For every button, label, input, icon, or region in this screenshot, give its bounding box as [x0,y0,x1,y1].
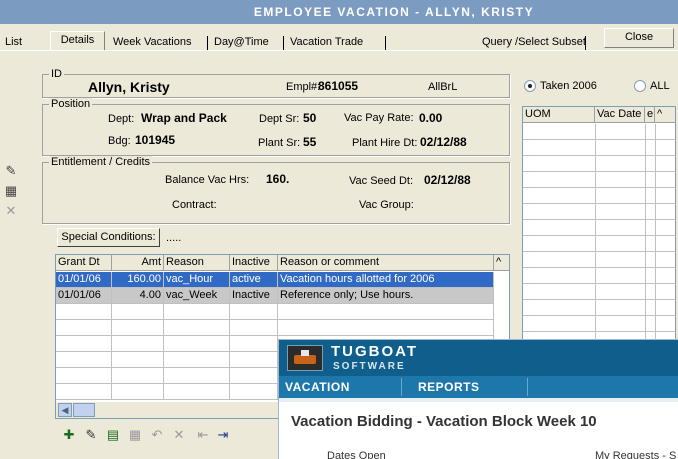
nav-reports[interactable]: REPORTS [418,380,480,394]
tab-list[interactable]: List [5,34,22,50]
grid-header-e[interactable]: e [645,107,655,123]
vac-pay-rate-label: Vac Pay Rate: [344,112,414,124]
grid-header-reason[interactable]: Reason [164,255,230,271]
dept-value: Wrap and Pack [141,111,227,125]
grid-header-amt[interactable]: Amt [112,255,164,271]
bdg-value: 101945 [135,133,176,147]
vac-group-label: Vac Group: [359,199,414,211]
balance-vac-hrs-value: 160. [266,172,290,186]
grid-scroll-up-icon[interactable]: ^ [494,255,509,271]
grant-comment-cell: Reference only; Use hours. [278,288,494,304]
insert-row-icon[interactable]: ▤ [104,426,122,444]
first-record-icon[interactable]: ⇤ [194,426,212,444]
employee-name: Allyn, Kristy [88,79,170,95]
grid-header-grant-dt[interactable]: Grant Dt [56,255,112,271]
vac-seed-date-value: 02/12/88 [424,173,471,187]
plant-sr-value: 55 [303,135,317,149]
grant-inactive-cell: Inactive [230,288,278,304]
nav-vacation[interactable]: VACATION [285,380,350,394]
page-heading: Vacation Bidding - Vacation Block Week 1… [291,413,597,430]
balance-vac-hrs-label: Balance Vac Hrs: [165,174,250,186]
employee-number-label: Empl#: [286,81,321,93]
scroll-left-icon[interactable]: ◀ [58,403,72,417]
special-conditions-value: ..... [166,232,182,244]
position-group-label: Position [49,98,93,110]
scroll-thumb[interactable] [73,403,95,417]
plant-hire-label: Plant Hire Dt: [352,137,418,149]
tab-query-select-subset[interactable]: Query /Select Subset [482,34,586,50]
grant-amount-cell: 160.00 [112,272,164,288]
dates-open-label: Dates Open [327,450,386,459]
taken-radio-label[interactable]: Taken 2006 [540,79,597,93]
record-toolbar: ✎ ▦ ✕ [0,52,34,459]
grid-toolbar: ✚ ✎ ▤ ▦ ↶ ✕ ⇤ ⇥ [58,426,278,446]
tab-week-vacations[interactable]: Week Vacations [113,34,191,50]
grant-date-cell: 01/01/06 [56,272,112,288]
next-record-icon[interactable]: ⇥ [214,426,232,444]
tab-strip: List Details Week Vacations Day@Time Vac… [0,28,678,51]
close-button[interactable]: Close [604,28,674,48]
grant-comment-cell: Vacation hours allotted for 2006 [278,272,494,288]
grid-header-comment[interactable]: Reason or comment [278,255,494,271]
table-row[interactable] [56,304,494,320]
grid-header-inactive[interactable]: Inactive [230,255,278,271]
my-requests-label: My Requests - S [595,450,677,459]
save-row-icon[interactable]: ▦ [126,426,144,444]
grant-inactive-cell: active [230,272,278,288]
table-row[interactable]: 01/01/06 4.00 vac_Week Inactive Referenc… [56,288,494,304]
table-row[interactable] [56,320,494,336]
brand-subtitle: SOFTWARE [333,361,406,372]
edit-pencil-icon[interactable]: ✎ [4,164,18,178]
grid-header-vac-date[interactable]: Vac Date [595,107,645,123]
grant-reason-cell: vac_Hour [164,272,230,288]
dept-sr-value: 50 [303,111,317,125]
employee-number: 861055 [318,79,359,93]
plant-sr-label: Plant Sr: [258,137,301,149]
tab-day-time[interactable]: Day@Time [214,34,269,50]
tugboat-web-window: TUGBOAT SOFTWARE VACATION REPORTS Vacati… [278,339,678,459]
brand-name: TUGBOAT [331,343,419,360]
taken-radio[interactable] [524,80,536,92]
grant-date-cell: 01/01/06 [56,288,112,304]
tugboat-logo-icon [287,345,323,371]
special-conditions-button[interactable]: Special Conditions: [57,228,160,247]
dept-sr-label: Dept Sr: [259,113,300,125]
window-title: EMPLOYEE VACATION - ALLYN, KRISTY [0,0,678,24]
dept-label: Dept: [108,113,135,125]
contract-label: Contract: [172,199,217,211]
save-disk-icon[interactable]: ▦ [4,184,18,198]
tab-vacation-trade[interactable]: Vacation Trade [290,34,363,50]
grant-amount-cell: 4.00 [112,288,164,304]
undo-icon[interactable]: ↶ [148,426,166,444]
tugboat-header: TUGBOAT SOFTWARE [279,340,678,376]
grid-scroll-up-icon[interactable]: ^ [655,107,675,123]
add-row-icon[interactable]: ✚ [60,426,78,444]
tab-details[interactable]: Details [50,31,105,51]
all-radio[interactable] [634,80,646,92]
grid-header-uom[interactable]: UOM [523,107,595,123]
employee-vacation-window: EMPLOYEE VACATION - ALLYN, KRISTY List D… [0,0,678,459]
employee-code: AllBrL [428,81,458,93]
vacation-dates-grid: UOM Vac Date e ^ [522,106,676,346]
plant-hire-value: 02/12/88 [420,135,467,149]
delete-row-icon[interactable]: ✕ [170,426,188,444]
vac-seed-date-label: Vac Seed Dt: [349,175,413,187]
edit-row-icon[interactable]: ✎ [82,426,100,444]
delete-icon[interactable]: ✕ [4,204,18,218]
all-radio-label[interactable]: ALL [650,79,670,93]
table-row[interactable]: 01/01/06 160.00 vac_Hour active Vacation… [56,272,494,288]
vac-pay-rate-value: 0.00 [419,111,443,125]
bdg-label: Bdg: [108,135,131,147]
entitlement-group-label: Entitlement / Credits [49,156,153,168]
tugboat-nav: VACATION REPORTS [279,376,678,398]
grant-reason-cell: vac_Week [164,288,230,304]
id-group-label: ID [49,68,64,80]
